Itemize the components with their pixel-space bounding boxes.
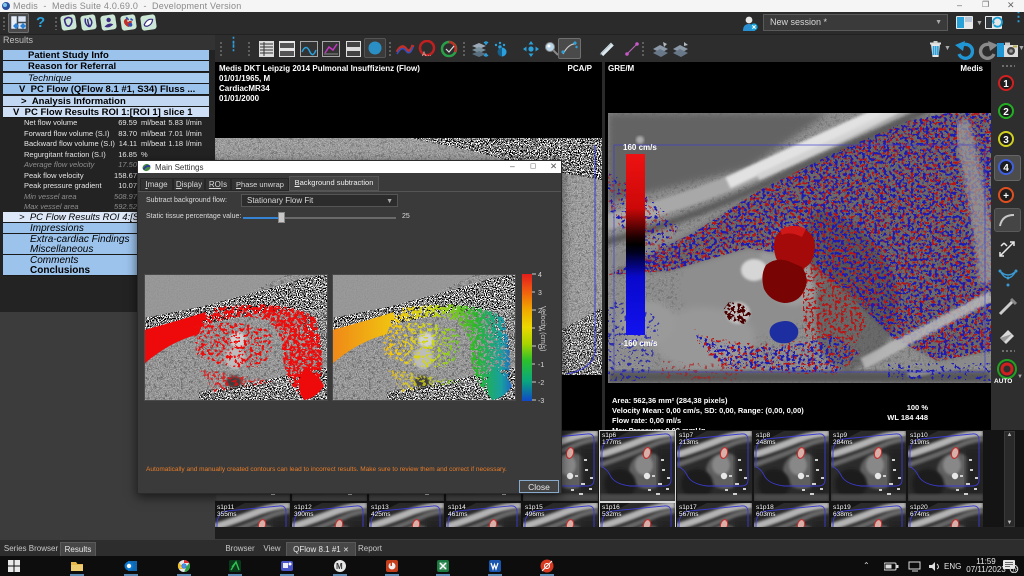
svg-text:M: M: [336, 562, 343, 571]
svg-text:4: 4: [538, 272, 542, 279]
svg-text:-2: -2: [538, 380, 544, 387]
svg-text:-3: -3: [538, 398, 544, 404]
svg-text:16: 16: [1012, 568, 1018, 574]
svg-text:3: 3: [538, 290, 542, 297]
svg-text:-1: -1: [538, 362, 544, 369]
svg-text:A...: A...: [422, 52, 431, 58]
